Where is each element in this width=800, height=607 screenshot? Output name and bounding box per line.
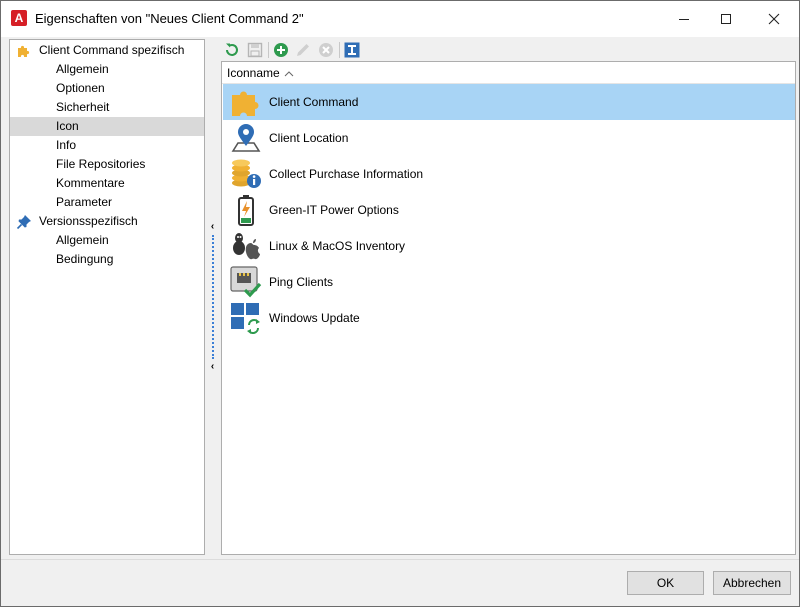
list-header[interactable]: Iconname xyxy=(222,62,795,84)
puzzle-icon xyxy=(18,45,30,57)
tree-item-client-command-spezifisch[interactable]: Client Command spezifisch xyxy=(10,41,204,60)
close-icon xyxy=(768,13,780,25)
tree-item-label: Optionen xyxy=(56,81,105,95)
collapse-left-icon[interactable]: ‹ xyxy=(207,221,218,233)
tree-item-label: Allgemein xyxy=(56,62,109,76)
tree-item-icon[interactable]: Icon xyxy=(10,117,204,136)
list-item-label: Green-IT Power Options xyxy=(269,203,399,217)
list-item[interactable]: Linux & MacOS Inventory xyxy=(223,228,795,264)
sort-ascending-icon xyxy=(284,71,294,77)
list-item-label: Collect Purchase Information xyxy=(269,167,424,181)
toolbar-separator xyxy=(339,42,340,58)
column-header-iconname[interactable]: Iconname xyxy=(227,66,280,80)
battery-bolt-icon xyxy=(238,195,254,226)
tree-item-optionen[interactable]: Optionen xyxy=(10,79,204,98)
save-icon[interactable] xyxy=(246,41,264,59)
list-item[interactable]: Client Command xyxy=(223,84,795,120)
windows-update-icon xyxy=(231,303,260,334)
list-item[interactable]: Collect Purchase Information xyxy=(223,156,795,192)
tree-item-bedingung[interactable]: Bedingung xyxy=(10,250,204,269)
refresh-icon[interactable] xyxy=(223,41,241,59)
maximize-button[interactable] xyxy=(703,1,749,37)
tree-item-label: Kommentare xyxy=(56,176,125,190)
tree-item-kommentare[interactable]: Kommentare xyxy=(10,174,204,193)
tree-item-label: Client Command spezifisch xyxy=(39,43,185,57)
tree-item-allgemein[interactable]: Allgemein xyxy=(10,60,204,79)
pin-icon xyxy=(16,215,31,230)
cancel-button[interactable]: Abbrechen xyxy=(713,571,791,595)
list-item[interactable]: Ping Clients xyxy=(223,264,795,300)
title-bar[interactable]: A Eigenschaften von "Neues Client Comman… xyxy=(1,1,799,37)
tree-item-label: Sicherheit xyxy=(56,100,110,114)
tree-item-label: Versionsspezifisch xyxy=(39,214,138,228)
tree-item-parameter[interactable]: Parameter xyxy=(10,193,204,212)
list-item[interactable]: Green-IT Power Options xyxy=(223,192,795,228)
tree-item-label: Parameter xyxy=(56,195,113,209)
list-item-label: Ping Clients xyxy=(269,275,334,289)
collapse-left-icon[interactable]: ‹ xyxy=(207,361,218,373)
add-icon[interactable] xyxy=(272,41,290,59)
tree-item-label: Bedingung xyxy=(56,252,114,266)
minimize-button[interactable] xyxy=(661,1,707,37)
tree-item-sicherheit[interactable]: Sicherheit xyxy=(10,98,204,117)
properties-dialog: A Eigenschaften von "Neues Client Comman… xyxy=(0,0,800,607)
location-pin-icon xyxy=(231,124,261,152)
icon-toolbar xyxy=(221,39,795,61)
panel-splitter[interactable]: ‹ ‹ xyxy=(207,219,218,375)
tree-item-versionsspezifisch[interactable]: Versionsspezifisch xyxy=(10,212,204,231)
rename-icon[interactable] xyxy=(343,41,361,59)
ok-button[interactable]: OK xyxy=(627,571,704,595)
delete-icon[interactable] xyxy=(317,41,335,59)
tree-item-allgemein-version[interactable]: Allgemein xyxy=(10,231,204,250)
tree-item-label: File Repositories xyxy=(56,157,146,171)
close-button[interactable] xyxy=(751,1,797,37)
list-item[interactable]: Windows Update xyxy=(223,300,795,336)
edit-icon[interactable] xyxy=(294,41,312,59)
tree-item-label: Allgemein xyxy=(56,233,109,247)
maximize-icon xyxy=(721,14,731,24)
network-check-icon xyxy=(230,266,262,298)
toolbar-separator xyxy=(268,42,269,58)
linux-apple-icon xyxy=(233,233,260,260)
app-logo-icon: A xyxy=(11,10,27,26)
list-item-label: Client Command xyxy=(269,95,359,109)
icon-list[interactable]: Iconname Client Command Client Location xyxy=(221,61,796,555)
puzzle-icon xyxy=(232,91,259,116)
tree-item-label: Info xyxy=(56,138,77,152)
dialog-button-bar: OK Abbrechen xyxy=(1,559,799,606)
navigation-tree[interactable]: Client Command spezifisch Allgemein Opti… xyxy=(9,39,205,555)
minimize-icon xyxy=(679,19,689,20)
window-title: Eigenschaften von "Neues Client Command … xyxy=(35,11,304,26)
splitter-line xyxy=(212,235,214,359)
tree-item-label: Icon xyxy=(56,119,79,133)
tree-item-file-repositories[interactable]: File Repositories xyxy=(10,155,204,174)
list-item-label: Client Location xyxy=(269,131,349,145)
list-item[interactable]: Client Location xyxy=(223,120,795,156)
list-item-label: Linux & MacOS Inventory xyxy=(269,239,406,253)
list-item-label: Windows Update xyxy=(269,311,360,325)
coins-info-icon xyxy=(232,159,261,188)
tree-item-info[interactable]: Info xyxy=(10,136,204,155)
